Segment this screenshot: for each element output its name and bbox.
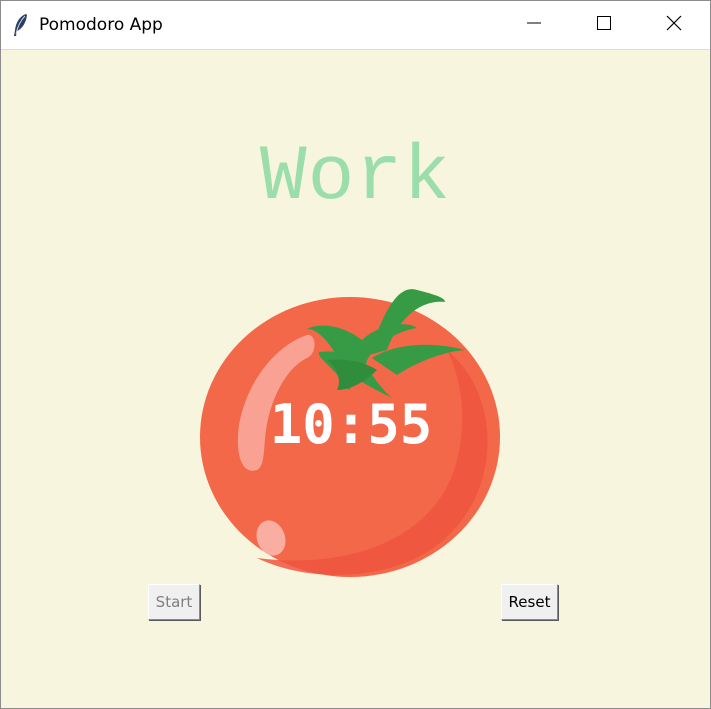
title-bar[interactable]: Pomodoro App xyxy=(1,1,710,49)
start-button[interactable]: Start xyxy=(148,584,200,620)
close-button[interactable] xyxy=(651,1,697,49)
window-title: Pomodoro App xyxy=(39,15,163,35)
maximize-icon xyxy=(596,15,612,35)
mode-label: Work xyxy=(259,134,452,222)
maximize-button[interactable] xyxy=(581,1,627,49)
timer-display: 10:55 xyxy=(269,393,433,456)
app-body: Work 10:55 Start Reset xyxy=(1,49,710,708)
minimize-icon xyxy=(526,15,542,35)
feather-icon xyxy=(12,13,30,37)
app-window: Pomodoro App Work 10:55 Start Reset xyxy=(0,0,711,709)
reset-button[interactable]: Reset xyxy=(501,584,558,620)
close-icon xyxy=(666,15,682,35)
minimize-button[interactable] xyxy=(511,1,557,49)
